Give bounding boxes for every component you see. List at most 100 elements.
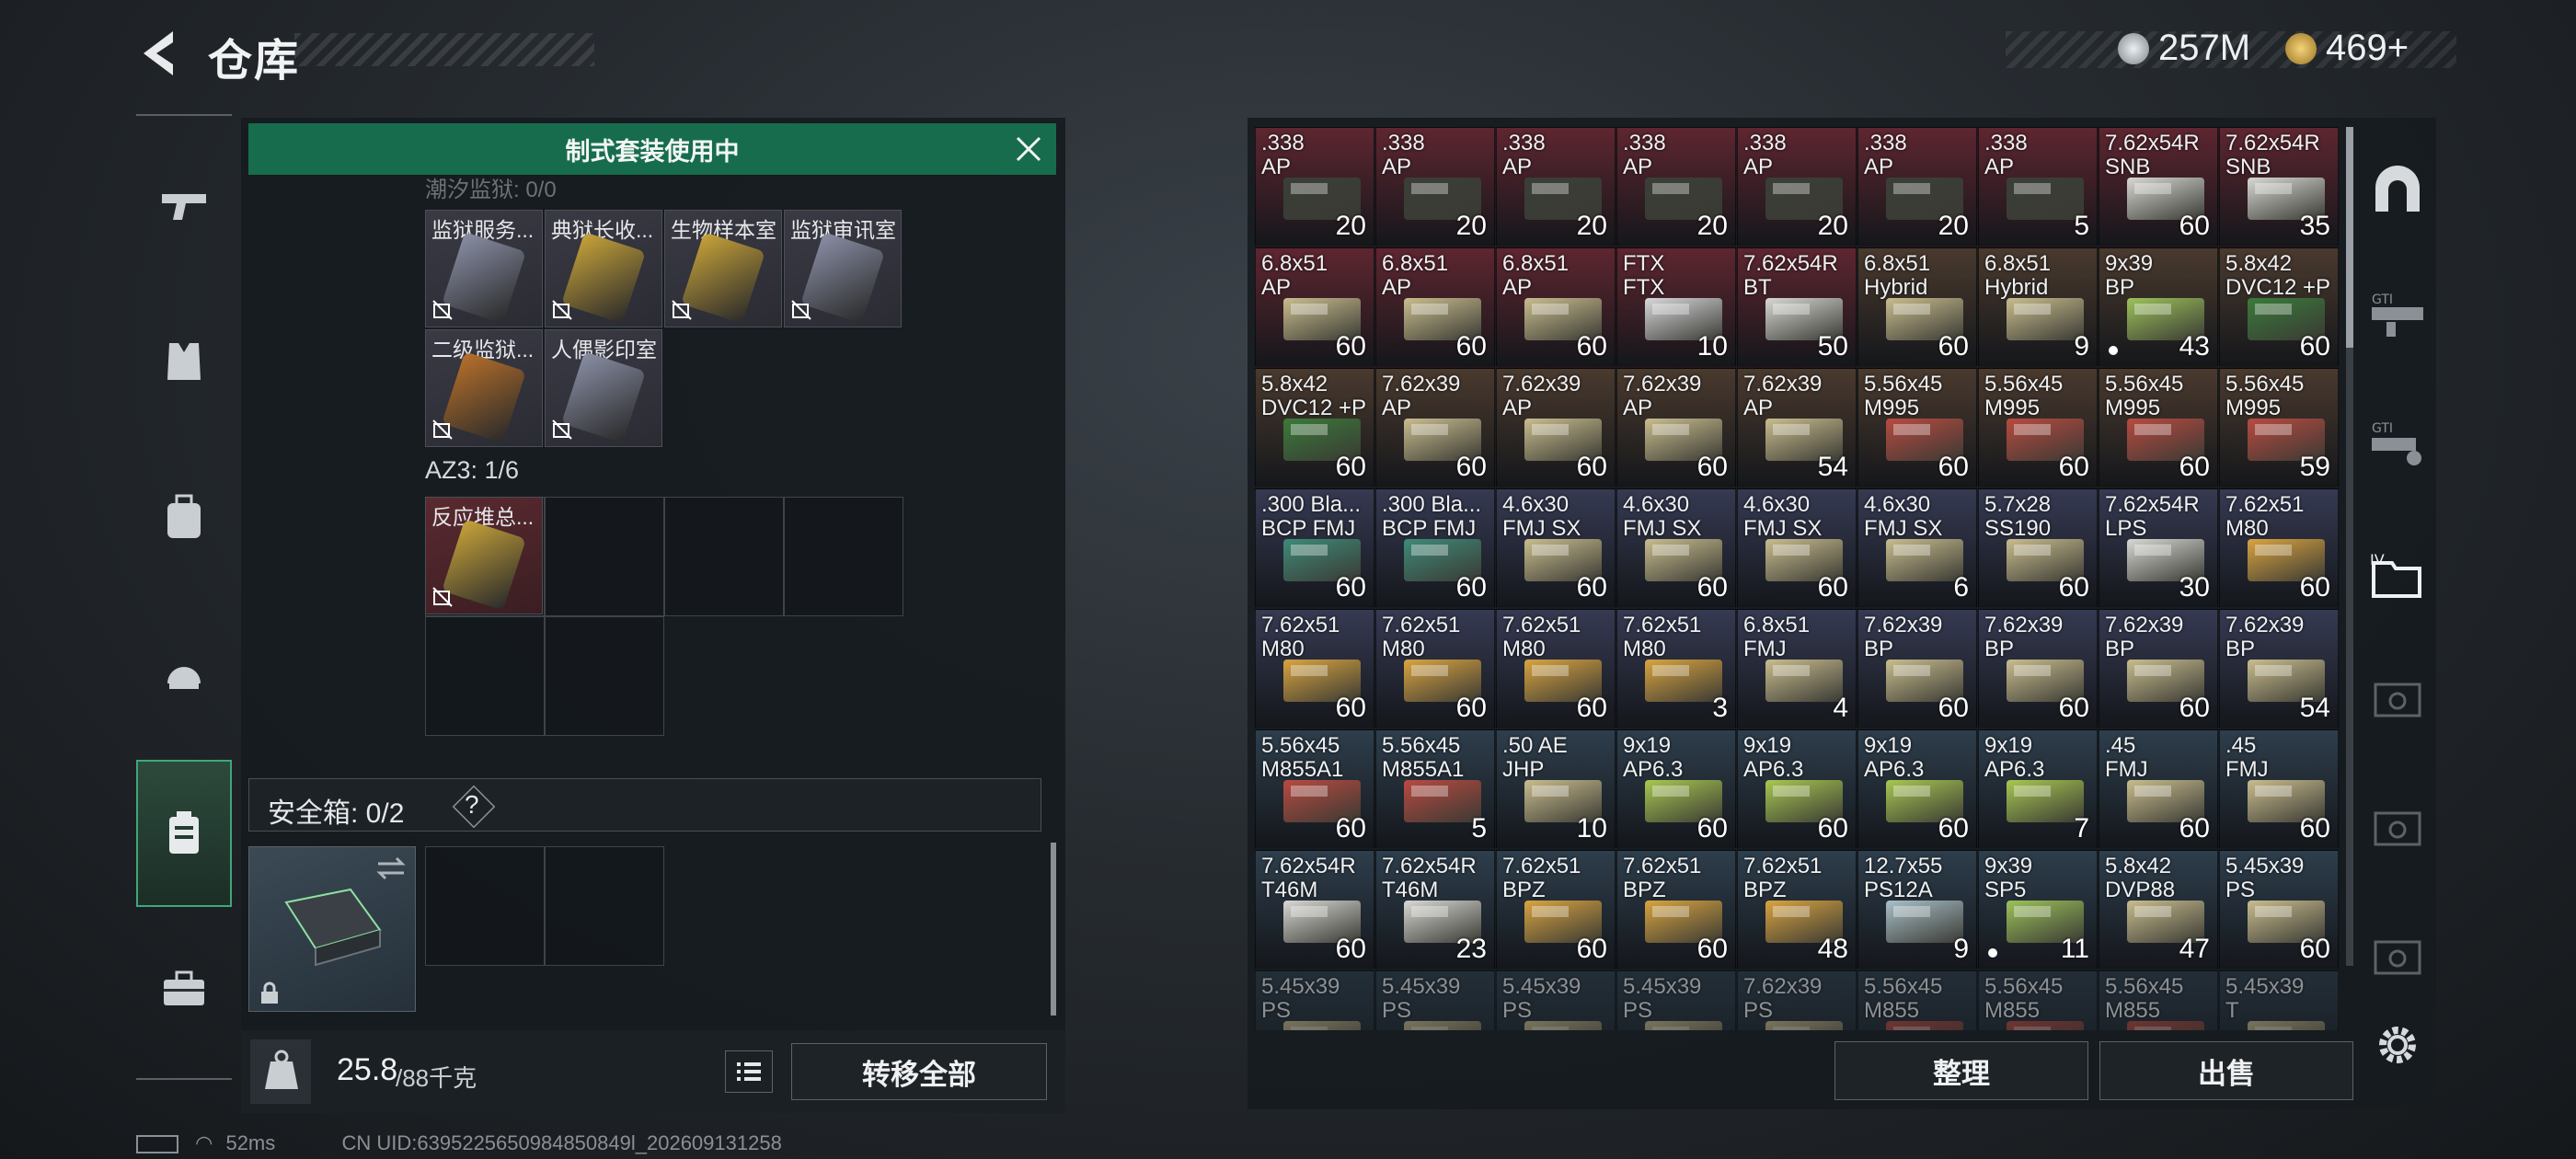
ammo-item[interactable]: .300 Bla... BCP FMJ 60 xyxy=(1255,488,1374,608)
left-scrollbar[interactable] xyxy=(1051,843,1056,1016)
ammo-item[interactable]: 5.8x42 DVC12 +P 60 xyxy=(1255,368,1374,488)
ammo-item[interactable]: 7.62x51 M80 3 xyxy=(1616,609,1736,729)
keycard-slot[interactable]: 监狱服务... xyxy=(425,210,543,327)
nav-backpack[interactable] xyxy=(136,449,232,587)
sell-button[interactable]: 出售 xyxy=(2099,1041,2353,1100)
ammo-item[interactable]: 9x19 AP6.3 7 xyxy=(1978,729,2098,849)
nav-armor[interactable] xyxy=(136,293,232,430)
ammo-item[interactable]: 5.56x45 M855A1 5 xyxy=(1375,729,1495,849)
ammo-item[interactable]: .338 AP 20 xyxy=(1496,127,1616,247)
stash-scroll-thumb[interactable] xyxy=(2346,127,2353,348)
nav-weapons[interactable] xyxy=(136,136,232,274)
stash-tab-2[interactable]: GTI xyxy=(2364,281,2431,348)
ammo-item[interactable]: 7.62x51 BPZ 60 xyxy=(1496,850,1616,970)
ammo-item[interactable]: .45 FMJ 60 xyxy=(2219,729,2339,849)
ammo-item[interactable]: 4.6x30 FMJ SX 60 xyxy=(1496,488,1616,608)
ammo-item[interactable]: 7.62x39 AP 54 xyxy=(1737,368,1857,488)
az3-keycard-slot[interactable]: 反应堆总... xyxy=(425,497,543,614)
stash-tab-5[interactable] xyxy=(2364,668,2431,734)
ammo-item[interactable]: 9x19 AP6.3 60 xyxy=(1737,729,1857,849)
ammo-item[interactable]: 7.62x51 BPZ 48 xyxy=(1737,850,1857,970)
ammo-item[interactable]: .45 FMJ 60 xyxy=(2099,729,2218,849)
ammo-item[interactable]: 7.62x39 PS xyxy=(1737,970,1857,1030)
ammo-item[interactable]: 5.56x45 M855A1 60 xyxy=(1255,729,1374,849)
ammo-item[interactable]: 7.62x54R T46M 23 xyxy=(1375,850,1495,970)
ammo-item[interactable]: 7.62x39 BP 60 xyxy=(2099,609,2218,729)
help-icon[interactable]: ? xyxy=(465,790,479,820)
ammo-item[interactable]: 7.62x39 BP 60 xyxy=(1978,609,2098,729)
ammo-item[interactable]: 4.6x30 FMJ SX 60 xyxy=(1616,488,1736,608)
transfer-all-button[interactable]: 转移全部 xyxy=(791,1043,1047,1100)
ammo-item[interactable]: .300 Bla... BCP FMJ 60 xyxy=(1375,488,1495,608)
ammo-item[interactable]: .338 AP 20 xyxy=(1857,127,1977,247)
ammo-item[interactable]: 7.62x39 AP 60 xyxy=(1616,368,1736,488)
ammo-item[interactable]: 5.45x39 PS 60 xyxy=(2219,850,2339,970)
safebox-empty-slot[interactable] xyxy=(425,846,545,966)
ammo-item[interactable]: FTX FTX 10 xyxy=(1616,247,1736,367)
ammo-item[interactable]: 7.62x54R SNB 35 xyxy=(2219,127,2339,247)
ammo-item[interactable]: 7.62x39 AP 60 xyxy=(1496,368,1616,488)
ammo-item[interactable]: 5.56x45 M995 59 xyxy=(2219,368,2339,488)
back-icon[interactable] xyxy=(136,28,180,79)
ammo-item[interactable]: 7.62x54R LPS 30 xyxy=(2099,488,2218,608)
ammo-item[interactable]: 12.7x55 PS12A 9 xyxy=(1857,850,1977,970)
swap-icon[interactable] xyxy=(374,855,408,882)
ammo-item[interactable]: 7.62x39 BP 60 xyxy=(1857,609,1977,729)
ammo-item[interactable]: 5.8x42 DVP88 47 xyxy=(2099,850,2218,970)
nav-helmet[interactable] xyxy=(136,605,232,743)
keycard-slot[interactable]: 二级监狱... xyxy=(425,329,543,447)
ammo-item[interactable]: 9x39 SP5 11 xyxy=(1978,850,2098,970)
az3-empty-slot[interactable] xyxy=(545,616,664,736)
organize-button[interactable]: 整理 xyxy=(1834,1041,2088,1100)
ammo-item[interactable]: 5.56x45 M995 60 xyxy=(1978,368,2098,488)
ammo-item[interactable]: 5.45x39 PS xyxy=(1496,970,1616,1030)
gold-currency[interactable]: 469+ xyxy=(2285,28,2409,69)
ammo-item[interactable]: 5.45x39 PS xyxy=(1616,970,1736,1030)
ammo-item[interactable]: 7.62x51 BPZ 60 xyxy=(1616,850,1736,970)
stash-tab-3[interactable]: GTI xyxy=(2364,410,2431,476)
ammo-item[interactable]: 7.62x54R SNB 60 xyxy=(2099,127,2218,247)
ammo-item[interactable]: 5.56x45 M855 xyxy=(1978,970,2098,1030)
az3-empty-slot[interactable] xyxy=(425,616,545,736)
ammo-item[interactable]: 5.56x45 M995 60 xyxy=(2099,368,2218,488)
ammo-item[interactable]: 5.45x39 PS xyxy=(1375,970,1495,1030)
stash-tab-7[interactable] xyxy=(2364,925,2431,992)
ammo-item[interactable]: .338 AP 20 xyxy=(1375,127,1495,247)
ammo-item[interactable]: 7.62x54R BT 50 xyxy=(1737,247,1857,367)
ammo-item[interactable]: 6.8x51 Hybrid 60 xyxy=(1857,247,1977,367)
safebox-slot[interactable] xyxy=(248,846,416,1012)
ammo-item[interactable]: .338 AP 20 xyxy=(1737,127,1857,247)
ammo-item[interactable]: 6.8x51 AP 60 xyxy=(1255,247,1374,367)
ammo-item[interactable]: 5.45x39 PS xyxy=(1255,970,1374,1030)
ammo-item[interactable]: 5.56x45 M855 xyxy=(1857,970,1977,1030)
stash-tab-4-active[interactable]: IV xyxy=(2364,543,2431,609)
az3-empty-slot[interactable] xyxy=(664,497,784,616)
ammo-item[interactable]: 6.8x51 AP 60 xyxy=(1496,247,1616,367)
stash-tab-6[interactable] xyxy=(2364,797,2431,863)
ammo-item[interactable]: 5.45x39 T xyxy=(2219,970,2339,1030)
nav-toolbox[interactable] xyxy=(136,920,232,1058)
ammo-item[interactable]: 9x19 AP6.3 60 xyxy=(1616,729,1736,849)
ammo-item[interactable]: 9x19 AP6.3 60 xyxy=(1857,729,1977,849)
ammo-item[interactable]: 5.7x28 SS190 60 xyxy=(1978,488,2098,608)
ammo-item[interactable]: .338 AP 20 xyxy=(1616,127,1736,247)
ammo-item[interactable]: 7.62x39 AP 60 xyxy=(1375,368,1495,488)
keycard-slot[interactable]: 生物样本室 xyxy=(664,210,782,327)
ammo-item[interactable]: 4.6x30 FMJ SX 6 xyxy=(1857,488,1977,608)
ammo-item[interactable]: 6.8x51 Hybrid 9 xyxy=(1978,247,2098,367)
ammo-item[interactable]: 7.62x51 M80 60 xyxy=(1255,609,1374,729)
ammo-item[interactable]: .338 AP 5 xyxy=(1978,127,2098,247)
ammo-item[interactable]: 5.56x45 M995 60 xyxy=(1857,368,1977,488)
ammo-item[interactable]: 7.62x51 M80 60 xyxy=(2219,488,2339,608)
az3-empty-slot[interactable] xyxy=(784,497,903,616)
list-view-button[interactable] xyxy=(725,1050,773,1093)
ammo-item[interactable]: 6.8x51 AP 60 xyxy=(1375,247,1495,367)
ammo-item[interactable]: 7.62x54R T46M 60 xyxy=(1255,850,1374,970)
nav-keycard-case[interactable] xyxy=(136,760,232,907)
ammo-item[interactable]: 7.62x51 M80 60 xyxy=(1496,609,1616,729)
safebox-empty-slot[interactable] xyxy=(545,846,664,966)
ammo-item[interactable]: .338 AP 20 xyxy=(1255,127,1374,247)
ammo-item[interactable]: 7.62x39 BP 54 xyxy=(2219,609,2339,729)
keycard-slot[interactable]: 人偶影印室 xyxy=(545,329,662,447)
close-icon[interactable] xyxy=(1010,131,1047,167)
